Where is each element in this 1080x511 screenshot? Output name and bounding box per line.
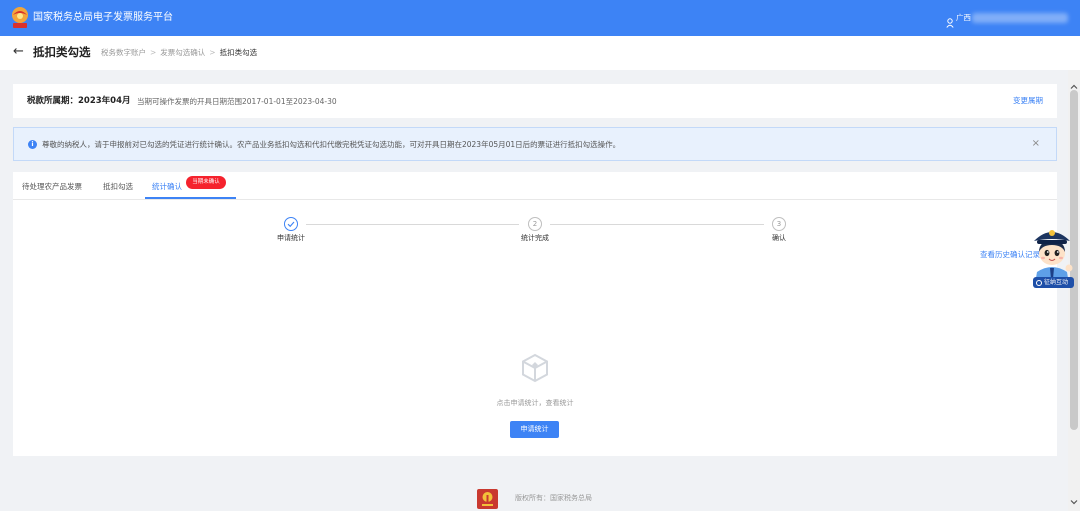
- empty-box-icon: [520, 353, 550, 383]
- site-title[interactable]: 国家税务总局电子发票服务平台: [33, 11, 173, 25]
- tax-period-range-note: 当期可操作发票的开具日期范围2017-01-01至2023-04-30: [137, 97, 337, 106]
- step-number: 2: [528, 217, 542, 231]
- top-header: 国家税务总局电子发票服务平台 广西: [0, 0, 1080, 36]
- step-label: 确认: [772, 234, 786, 242]
- step-number: 3: [772, 217, 786, 231]
- tax-period-card: 税款所属期：2023年04月 当期可操作发票的开具日期范围2017-01-01至…: [13, 84, 1057, 118]
- tab-pending-agri-invoices[interactable]: 待处理农产品发票: [22, 182, 82, 192]
- chevron-down-icon[interactable]: [1070, 491, 1078, 505]
- breadcrumb-item[interactable]: 发票勾选确认: [160, 48, 205, 58]
- tab-deduction-select[interactable]: 抵扣勾选: [103, 182, 133, 192]
- tab-statistics-confirm[interactable]: 统计确认: [152, 182, 182, 192]
- assistant-badge-label: 征纳互动: [1044, 279, 1069, 286]
- tax-period-label: 税款所属期：2023年04月: [27, 96, 131, 106]
- step-connector: [550, 224, 764, 225]
- close-icon[interactable]: ×: [1032, 138, 1040, 150]
- chat-icon: [1036, 279, 1042, 286]
- user-icon[interactable]: [946, 13, 954, 28]
- page-scrollbar[interactable]: [1068, 70, 1080, 511]
- assistant-badge[interactable]: 征纳互动: [1033, 277, 1074, 288]
- change-period-link[interactable]: 变更属期: [1013, 96, 1043, 106]
- step-connector: [306, 224, 519, 225]
- breadcrumb-item[interactable]: 税务数字账户: [101, 48, 146, 58]
- notice-text: 尊敬的纳税人，请于申报前对已勾选的凭证进行统计确认。农产品业务抵扣勾选和代扣代缴…: [42, 139, 621, 149]
- status-badge: 当期未确认: [186, 176, 226, 189]
- info-icon: i: [28, 140, 37, 149]
- tab-bar-divider: [13, 199, 1057, 200]
- tax-emblem-icon: [477, 489, 498, 509]
- user-name[interactable]: 广西: [956, 13, 971, 23]
- breadcrumb-separator: >: [209, 48, 216, 57]
- step-label: 申请统计: [277, 234, 305, 242]
- copyright-text: 版权所有：国家税务总局: [515, 494, 592, 502]
- arrow-left-icon[interactable]: ←: [13, 44, 24, 60]
- notice-alert: i 尊敬的纳税人，请于申报前对已勾选的凭证进行统计确认。农产品业务抵扣勾选和代扣…: [13, 127, 1057, 161]
- check-circle-icon: [284, 217, 298, 231]
- page-title: 抵扣类勾选: [33, 45, 91, 59]
- empty-state-text: 点击申请统计，查看统计: [496, 399, 574, 407]
- chevron-up-icon[interactable]: [1070, 76, 1078, 89]
- breadcrumb: 税务数字账户 > 发票勾选确认 > 抵扣类勾选: [101, 48, 257, 58]
- step-label: 统计完成: [521, 234, 549, 242]
- statistics-confirm-card: 待处理农产品发票 抵扣勾选 统计确认 当期未确认 2 3 申请统计 统计完成 确…: [13, 172, 1057, 456]
- tax-emblem-icon[interactable]: [10, 6, 30, 30]
- apply-statistics-button[interactable]: 申请统计: [510, 421, 559, 438]
- breadcrumb-separator: >: [150, 48, 157, 57]
- breadcrumb-current: 抵扣类勾选: [219, 48, 258, 57]
- redacted-user-info: [972, 13, 1068, 23]
- page-nav-bar: ← 抵扣类勾选 税务数字账户 > 发票勾选确认 > 抵扣类勾选: [0, 36, 1080, 70]
